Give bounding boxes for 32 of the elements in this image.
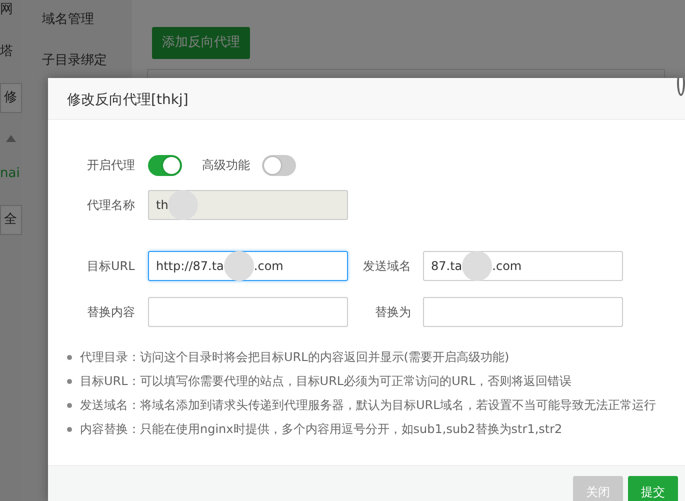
input-field[interactable] xyxy=(423,297,623,327)
field-label: 替换内容 xyxy=(87,304,136,321)
dialog-title: 修改反向代理[thkj] xyxy=(48,78,685,120)
page-button[interactable]: 修 xyxy=(0,83,22,112)
help-text: 内容替换：只能在使用nginx时提供，多个内容用逗号分开，如sub1,sub2替换为str1,str2 xyxy=(80,421,562,438)
field-label: 替换为 xyxy=(374,304,412,321)
help-text: 目标URL：可以填写你需要代理的站点，目标URL必须为可正常访问的URL，否则将返回错误 xyxy=(80,373,572,390)
help-text: 代理目录：访问这个目录时将会把目标URL的内容返回并显示(需要开启高级功能) xyxy=(80,349,510,366)
bullet-icon xyxy=(67,426,72,432)
input-field[interactable]: http://87.ta .com xyxy=(148,251,348,281)
input-field: th xyxy=(148,190,348,220)
bullet-icon xyxy=(67,354,72,360)
page-button[interactable]: 全 xyxy=(0,205,22,234)
toggle-switch[interactable] xyxy=(262,154,296,176)
bullet-icon xyxy=(67,402,72,408)
help-text: 发送域名：将域名添加到请求头传递到代理服务器，默认为目标URL域名，若设置不当可能导致无法正常运行 xyxy=(80,397,656,414)
sidebar-item[interactable]: 子目录绑定 xyxy=(42,50,132,70)
input-field[interactable] xyxy=(148,297,348,327)
input-field[interactable]: 87.ta .com xyxy=(423,251,623,281)
site-link[interactable]: nai xyxy=(0,164,22,183)
toggle-label: 开启代理 xyxy=(87,157,136,174)
field-label: 发送域名 xyxy=(362,258,412,275)
field-label: 目标URL xyxy=(87,258,136,275)
submit-button[interactable]: 提交 xyxy=(628,476,678,501)
page-text: 塔 xyxy=(0,42,14,60)
toggle-label: 高级功能 xyxy=(201,157,251,174)
page-text: 网 xyxy=(0,1,14,19)
sidebar-item[interactable]: 域名管理 xyxy=(42,10,132,30)
toggle-switch[interactable] xyxy=(148,154,182,176)
field-label: 代理名称 xyxy=(87,197,136,214)
add-proxy-button[interactable]: 添加反向代理 xyxy=(152,27,250,58)
bullet-icon xyxy=(67,378,72,384)
